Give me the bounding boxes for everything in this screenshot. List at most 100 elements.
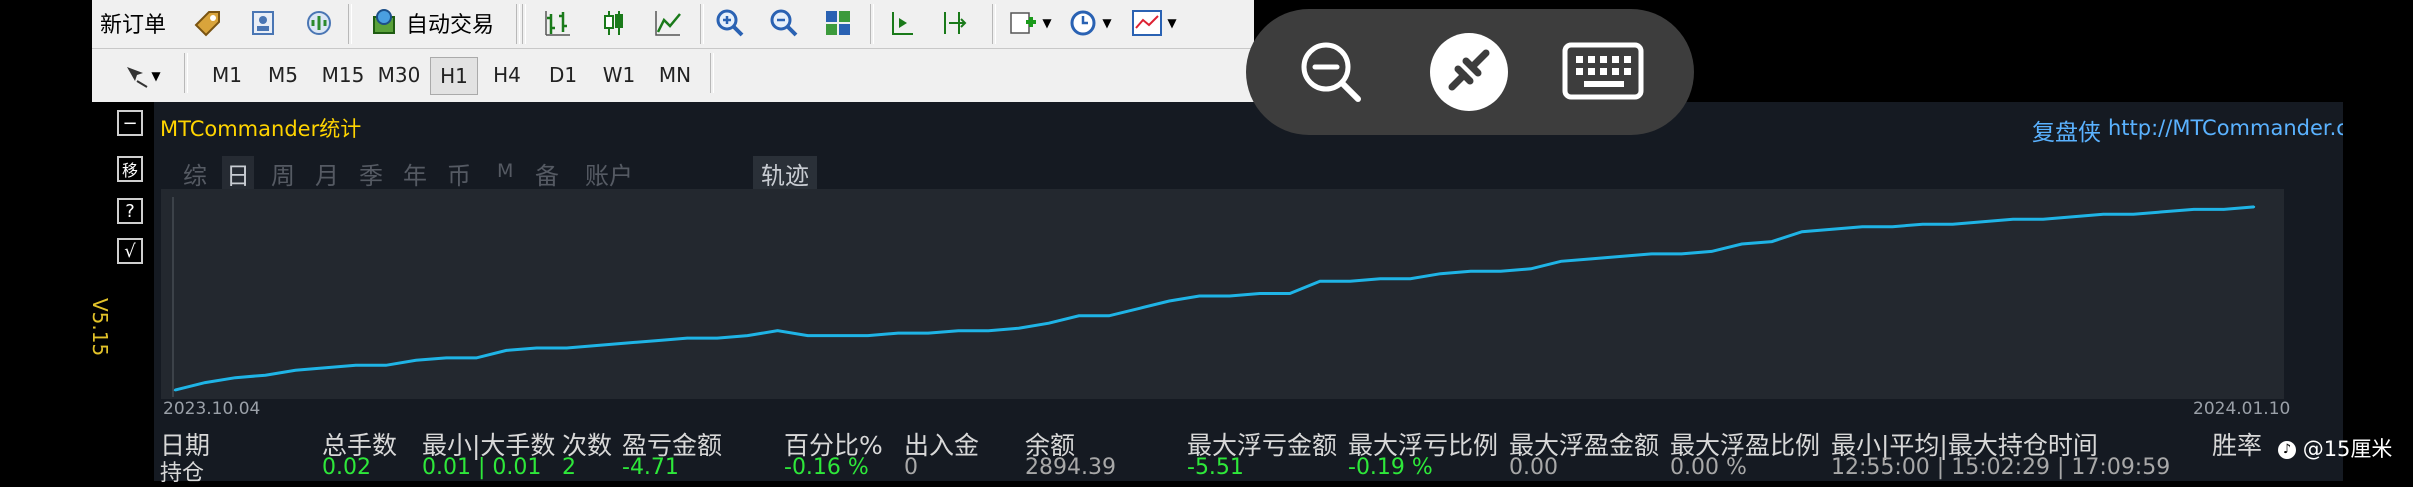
zoom-out-button[interactable] bbox=[1296, 37, 1366, 107]
tag-icon[interactable] bbox=[188, 4, 226, 42]
indicators-button[interactable]: ▼ bbox=[1004, 4, 1056, 42]
chevron-down-icon: ▼ bbox=[1042, 16, 1052, 30]
bar-chart-icon[interactable] bbox=[538, 4, 578, 42]
cell-max-float-loss-ratio: -0.19 % bbox=[1348, 455, 1433, 480]
tab-summary[interactable]: 综 bbox=[183, 156, 207, 191]
equity-point bbox=[2102, 213, 2105, 216]
equity-point bbox=[595, 344, 598, 347]
autoscroll-icon[interactable] bbox=[934, 4, 974, 42]
auto-trade-button[interactable]: 自动交易 bbox=[356, 4, 506, 42]
equity-point bbox=[2011, 218, 2015, 221]
help-button[interactable]: ? bbox=[117, 198, 143, 224]
brand-url-link[interactable]: http://MTCommander.cor bbox=[2108, 116, 2369, 140]
header-win-rate: 胜率 bbox=[2212, 431, 2263, 460]
new-order-label: 新订单 bbox=[99, 13, 166, 38]
equity-point bbox=[2041, 218, 2045, 221]
equity-point bbox=[324, 366, 327, 369]
chart-shift-icon[interactable] bbox=[882, 4, 922, 42]
tile-windows-icon[interactable] bbox=[818, 4, 858, 42]
timeframe-m30[interactable]: M30 bbox=[372, 57, 426, 93]
equity-point bbox=[1831, 228, 1834, 231]
equity-point bbox=[1650, 252, 1653, 256]
equity-point bbox=[836, 334, 840, 337]
timeframe-h1[interactable]: H1 bbox=[430, 57, 478, 95]
timeframe-m1[interactable]: M1 bbox=[205, 57, 249, 93]
toolbar-separator bbox=[184, 53, 188, 93]
zoom-out-icon[interactable] bbox=[764, 4, 804, 42]
zoom-in-icon[interactable] bbox=[710, 4, 750, 42]
tab-month[interactable]: 月 bbox=[315, 156, 339, 191]
chevron-down-icon: ▼ bbox=[151, 69, 161, 83]
new-order-button[interactable]: 新订单 bbox=[98, 4, 168, 42]
toolbar-separator bbox=[516, 4, 520, 44]
equity-point bbox=[957, 329, 960, 332]
equity-point bbox=[1981, 220, 1985, 223]
equity-point bbox=[2252, 205, 2256, 209]
cell-total-lots: 0.02 bbox=[322, 455, 371, 480]
equity-point bbox=[1620, 255, 1623, 258]
tab-currency[interactable]: 币 bbox=[447, 156, 471, 191]
equity-point bbox=[686, 336, 689, 340]
brand-label: 复盘侠 bbox=[2032, 120, 2101, 146]
tab-day[interactable]: 日 bbox=[222, 156, 254, 191]
equity-point bbox=[1469, 270, 1472, 273]
cursor-tools-icon bbox=[127, 67, 148, 88]
equity-point bbox=[2222, 208, 2226, 211]
tab-year[interactable]: 年 bbox=[403, 156, 427, 191]
candlestick-icon[interactable] bbox=[594, 4, 634, 42]
remote-connection-icon bbox=[1448, 49, 1490, 91]
toolbar-separator bbox=[522, 4, 526, 44]
contacts-icon[interactable] bbox=[244, 4, 282, 42]
equity-point bbox=[1589, 257, 1593, 261]
row-label: 持仓 bbox=[160, 461, 205, 486]
timeframe-mn[interactable]: MN bbox=[652, 57, 698, 93]
tab-quarter[interactable]: 季 bbox=[359, 156, 383, 191]
disconnect-button[interactable] bbox=[1430, 33, 1508, 111]
periods-button[interactable]: ▼ bbox=[1064, 4, 1116, 42]
timeframe-label: M15 bbox=[321, 63, 365, 87]
toolbar-separator bbox=[710, 53, 714, 93]
equity-point bbox=[1318, 280, 1322, 283]
equity-point bbox=[806, 334, 809, 337]
line-chart-icon[interactable] bbox=[648, 4, 688, 42]
equity-point bbox=[565, 346, 568, 350]
tab-backup[interactable]: 备 bbox=[535, 156, 559, 191]
equity-point bbox=[1379, 277, 1382, 280]
equity-point bbox=[1409, 277, 1412, 280]
move-button[interactable]: 移 bbox=[117, 156, 143, 182]
confirm-label: √ bbox=[124, 240, 136, 262]
equity-point bbox=[2192, 208, 2195, 211]
equity-point bbox=[1288, 292, 1292, 295]
equity-line bbox=[174, 205, 2255, 392]
timeframe-h4[interactable]: H4 bbox=[484, 57, 530, 93]
equity-point bbox=[716, 336, 719, 340]
cell-deposit: 0 bbox=[904, 455, 918, 480]
side-panel: − 移 ? √ bbox=[92, 102, 154, 481]
cell-pnl: -4.71 bbox=[622, 455, 679, 480]
tab-m[interactable]: M bbox=[497, 160, 513, 182]
equity-point bbox=[1559, 260, 1563, 263]
tab-week[interactable]: 周 bbox=[271, 156, 295, 191]
drawing-tools-button[interactable]: ▼ bbox=[114, 57, 168, 95]
timeframe-d1[interactable]: D1 bbox=[540, 57, 586, 93]
signal-icon[interactable] bbox=[300, 4, 338, 42]
timeframe-m15[interactable]: M15 bbox=[316, 57, 370, 93]
timeframe-m5[interactable]: M5 bbox=[261, 57, 305, 93]
keyboard-button[interactable] bbox=[1562, 39, 1646, 103]
equity-point bbox=[625, 341, 629, 345]
x-tick-start: 2023.10.04 bbox=[163, 399, 261, 419]
main-toolbar: 新订单 自动交易 ▼ ▼ ▼ bbox=[92, 0, 1254, 49]
equity-chart-svg bbox=[172, 197, 2256, 397]
timeframe-w1[interactable]: W1 bbox=[596, 57, 642, 93]
equity-point bbox=[1017, 327, 1020, 330]
right-margin bbox=[2343, 0, 2413, 481]
auto-trade-icon bbox=[372, 9, 395, 34]
equity-point bbox=[927, 331, 930, 335]
templates-button[interactable]: ▼ bbox=[1126, 4, 1182, 42]
equity-point bbox=[445, 356, 448, 360]
tab-account[interactable]: 账户 bbox=[585, 156, 633, 191]
timeframe-label: M30 bbox=[377, 63, 421, 87]
tab-track[interactable]: 轨迹 bbox=[753, 156, 817, 191]
minimize-button[interactable]: − bbox=[117, 110, 143, 136]
confirm-button[interactable]: √ bbox=[117, 238, 143, 264]
